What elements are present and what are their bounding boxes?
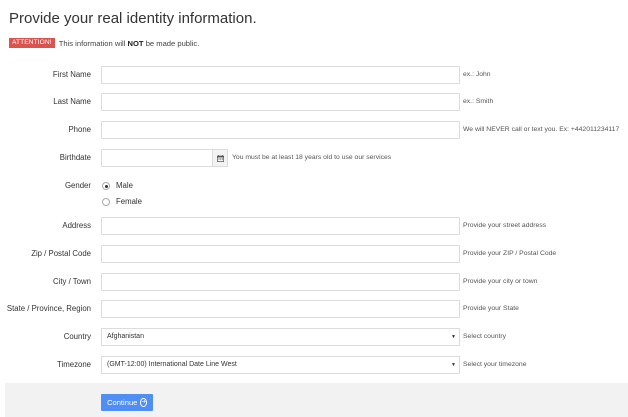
city-input[interactable] — [101, 273, 460, 291]
radio-unchecked-icon — [102, 198, 110, 206]
last-name-input[interactable] — [101, 93, 460, 111]
country-label: Country — [63, 332, 91, 341]
zip-input[interactable] — [101, 245, 460, 263]
calendar-icon[interactable] — [212, 149, 228, 167]
state-label: State / Province, Region — [6, 304, 91, 313]
gender-row: Gender — [0, 180, 628, 198]
city-label: City / Town — [53, 277, 91, 286]
country-help: Select country — [463, 333, 507, 340]
continue-button[interactable]: Continue ➜ — [101, 394, 153, 411]
last-name-label: Last Name — [53, 97, 91, 106]
timezone-help: Select your timezone — [463, 361, 527, 368]
city-help: Provide your city or town — [463, 278, 538, 285]
country-select-value: Afghanistan — [107, 333, 144, 340]
radio-checked-icon — [102, 182, 110, 190]
timezone-select[interactable]: (GMT-12:00) International Date Line West… — [101, 356, 460, 374]
birthdate-row: Birthdate You must be at least 18 years … — [0, 149, 628, 167]
zip-help: Provide your ZIP / Postal Code — [463, 250, 557, 257]
gender-option-male-label: Male — [116, 181, 133, 190]
gender-label: Gender — [64, 181, 91, 190]
last-name-help: ex.: Smith — [463, 98, 494, 105]
birthdate-label: Birthdate — [59, 153, 91, 162]
city-row: City / Town Provide your city or town — [0, 273, 628, 291]
address-help: Provide your street address — [463, 222, 547, 229]
first-name-label: First Name — [52, 70, 91, 79]
state-help: Provide your State — [463, 305, 519, 312]
notice-text-bold: NOT — [127, 38, 144, 48]
zip-label: Zip / Postal Code — [31, 249, 91, 258]
notice-text-before: This information will — [58, 38, 126, 48]
phone-row: Phone We will NEVER call or text you. Ex… — [0, 121, 628, 139]
gender-option-male[interactable]: Male — [102, 180, 133, 192]
timezone-row: Timezone (GMT-12:00) International Date … — [0, 356, 628, 374]
first-name-row: First Name ex.: John — [0, 66, 628, 84]
attention-badge: ATTENTION! — [9, 38, 55, 48]
notice-text-after: be made public. — [145, 38, 200, 48]
country-row: Country Afghanistan ▼ Select country — [0, 328, 628, 346]
first-name-input[interactable] — [101, 66, 460, 84]
gender-option-female[interactable]: Female — [102, 196, 142, 208]
zip-row: Zip / Postal Code Provide your ZIP / Pos… — [0, 245, 628, 263]
page-title: Provide your real identity information. — [9, 10, 257, 27]
birthdate-input[interactable] — [101, 149, 214, 167]
phone-input[interactable] — [101, 121, 460, 139]
gender-option-female-label: Female — [116, 197, 142, 206]
continue-button-label: Continue — [107, 398, 138, 407]
phone-help: We will NEVER call or text you. Ex: +442… — [463, 126, 620, 133]
caret-down-icon: ▼ — [451, 362, 456, 368]
address-label: Address — [62, 221, 91, 230]
first-name-help: ex.: John — [463, 71, 491, 78]
country-select[interactable]: Afghanistan ▼ — [101, 328, 460, 346]
state-input[interactable] — [101, 300, 460, 318]
calendar-icon-glyph — [216, 154, 224, 162]
caret-down-icon: ▼ — [451, 334, 456, 340]
last-name-row: Last Name ex.: Smith — [0, 93, 628, 111]
state-row: State / Province, Region Provide your St… — [0, 300, 628, 318]
timezone-label: Timezone — [57, 360, 91, 369]
privacy-notice: ATTENTION! This information will NOT be … — [9, 38, 199, 48]
phone-label: Phone — [68, 125, 91, 134]
arrow-right-circle-icon: ➜ — [140, 398, 147, 407]
address-row: Address Provide your street address — [0, 217, 628, 235]
timezone-select-value: (GMT-12:00) International Date Line West — [107, 361, 237, 368]
address-input[interactable] — [101, 217, 460, 235]
form-footer: Continue ➜ — [5, 383, 628, 417]
birthdate-help: You must be at least 18 years old to use… — [232, 154, 392, 161]
